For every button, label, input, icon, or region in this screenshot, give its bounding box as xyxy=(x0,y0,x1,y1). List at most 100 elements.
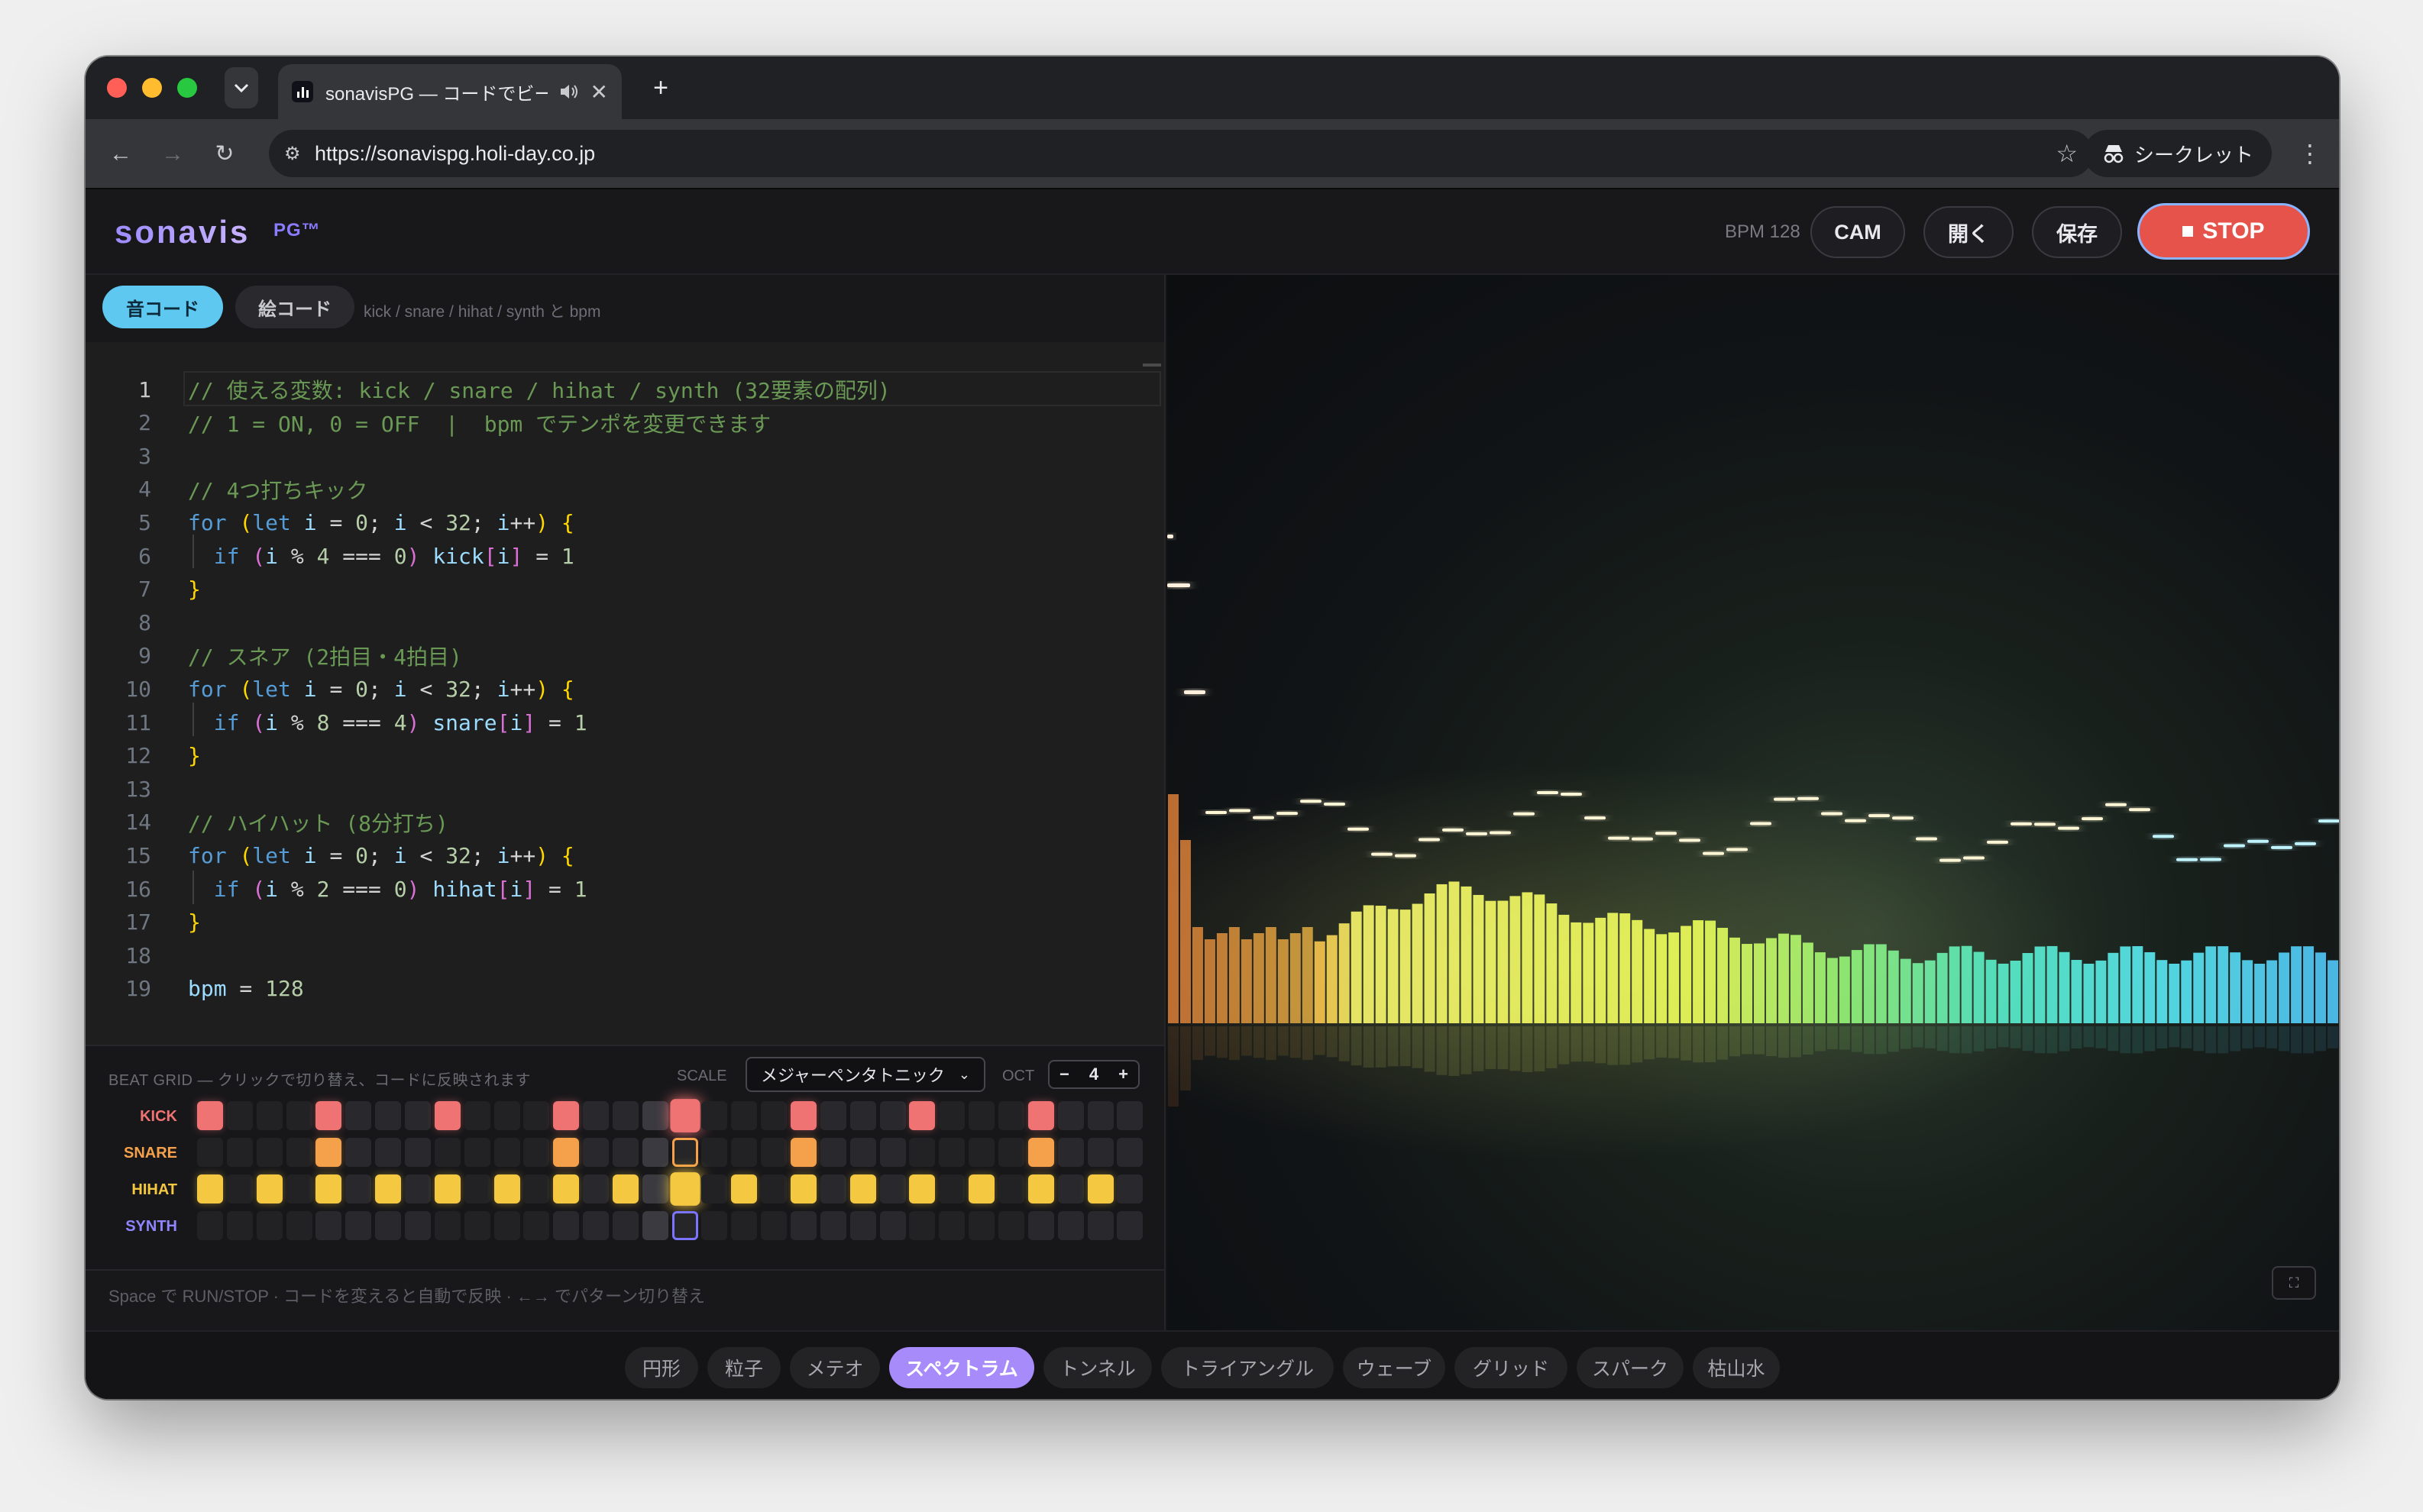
step-cell[interactable] xyxy=(998,1138,1024,1167)
visual-mode-6[interactable]: ウェーブ xyxy=(1343,1347,1445,1388)
step-cell[interactable] xyxy=(256,1211,283,1240)
step-cell[interactable] xyxy=(701,1138,728,1167)
code-line[interactable]: 13 xyxy=(86,772,1164,806)
step-cell[interactable] xyxy=(375,1101,402,1130)
step-cell[interactable] xyxy=(879,1211,906,1240)
step-cell[interactable] xyxy=(256,1101,283,1130)
step-cell[interactable] xyxy=(523,1138,550,1167)
step-cell[interactable] xyxy=(1057,1101,1084,1130)
step-cell[interactable] xyxy=(909,1138,936,1167)
step-cell[interactable] xyxy=(1087,1138,1114,1167)
bookmark-star-icon[interactable]: ☆ xyxy=(2056,139,2078,168)
zoom-window-button[interactable] xyxy=(177,78,197,98)
step-cell[interactable] xyxy=(256,1174,283,1203)
step-cell[interactable] xyxy=(1087,1211,1114,1240)
scale-select[interactable]: メジャーペンタトニック ⌄ xyxy=(746,1057,985,1092)
step-cell[interactable] xyxy=(701,1101,728,1130)
step-cell[interactable] xyxy=(670,1099,700,1132)
code-line[interactable]: 17} xyxy=(86,906,1164,939)
visual-mode-3[interactable]: スペクトラム xyxy=(889,1347,1034,1388)
step-cell[interactable] xyxy=(286,1211,312,1240)
step-cell[interactable] xyxy=(998,1174,1024,1203)
step-cell[interactable] xyxy=(998,1211,1024,1240)
step-cell[interactable] xyxy=(197,1138,223,1167)
step-cell[interactable] xyxy=(553,1101,580,1130)
code-line[interactable]: 12} xyxy=(86,739,1164,773)
visual-mode-5[interactable]: トライアングル xyxy=(1161,1347,1334,1388)
sound-code-tab[interactable]: 音コード xyxy=(102,286,223,328)
code-line[interactable]: 15 for (let i = 0; i < 32; i++) { xyxy=(86,838,1164,872)
step-cell[interactable] xyxy=(612,1174,639,1203)
step-cell[interactable] xyxy=(404,1174,431,1203)
step-cell[interactable] xyxy=(375,1138,402,1167)
step-cell[interactable] xyxy=(670,1172,700,1206)
step-cell[interactable] xyxy=(553,1138,580,1167)
open-button[interactable]: 開く xyxy=(1923,206,2014,258)
code-line[interactable]: 11 if (i % 8 === 4) snare[i] = 1 xyxy=(86,706,1164,739)
close-window-button[interactable] xyxy=(107,78,127,98)
step-cell[interactable] xyxy=(523,1174,550,1203)
step-cell[interactable] xyxy=(523,1211,550,1240)
step-cell[interactable] xyxy=(939,1138,966,1167)
step-cell[interactable] xyxy=(701,1174,728,1203)
tab-close-icon[interactable]: ✕ xyxy=(590,79,608,105)
step-cell[interactable] xyxy=(998,1101,1024,1130)
step-cell[interactable] xyxy=(761,1138,788,1167)
step-cell[interactable] xyxy=(791,1211,817,1240)
step-cell[interactable] xyxy=(583,1101,610,1130)
fullscreen-icon[interactable]: ⛶ xyxy=(2272,1266,2316,1300)
step-cell[interactable] xyxy=(1027,1138,1054,1167)
step-cell[interactable] xyxy=(404,1211,431,1240)
code-line[interactable]: 18 xyxy=(86,939,1164,972)
step-cell[interactable] xyxy=(315,1101,342,1130)
address-bar[interactable]: ⚙ https://sonavispg.holi-day.co.jp ☆ xyxy=(269,130,2093,177)
step-cell[interactable] xyxy=(345,1174,372,1203)
octave-stepper[interactable]: − 4 + xyxy=(1048,1060,1140,1089)
step-cell[interactable] xyxy=(820,1174,846,1203)
code-line[interactable]: 14 // ハイハット (8分打ち) xyxy=(86,806,1164,839)
step-cell[interactable] xyxy=(939,1174,966,1203)
step-cell[interactable] xyxy=(583,1174,610,1203)
step-cell[interactable] xyxy=(226,1174,253,1203)
cam-button[interactable]: CAM xyxy=(1810,206,1905,258)
step-cell[interactable] xyxy=(849,1101,876,1130)
reload-icon[interactable]: ↻ xyxy=(208,137,241,171)
speaker-icon[interactable] xyxy=(558,82,580,101)
step-cell[interactable] xyxy=(849,1174,876,1203)
step-cell[interactable] xyxy=(820,1211,846,1240)
step-cell[interactable] xyxy=(226,1138,253,1167)
step-cell[interactable] xyxy=(1057,1138,1084,1167)
step-cell[interactable] xyxy=(642,1138,668,1167)
code-line[interactable]: 16 if (i % 2 === 0) hihat[i] = 1 xyxy=(86,872,1164,906)
step-cell[interactable] xyxy=(761,1101,788,1130)
step-cell[interactable] xyxy=(820,1138,846,1167)
octave-increment-button[interactable]: + xyxy=(1118,1065,1128,1084)
step-cell[interactable] xyxy=(315,1174,342,1203)
step-cell[interactable] xyxy=(879,1138,906,1167)
step-cell[interactable] xyxy=(256,1138,283,1167)
step-cell[interactable] xyxy=(493,1211,520,1240)
step-cell[interactable] xyxy=(434,1174,461,1203)
step-cell[interactable] xyxy=(642,1174,668,1203)
step-cell[interactable] xyxy=(761,1211,788,1240)
step-cell[interactable] xyxy=(345,1211,372,1240)
step-cell[interactable] xyxy=(197,1174,223,1203)
step-cell[interactable] xyxy=(1117,1174,1144,1203)
step-cell[interactable] xyxy=(583,1211,610,1240)
code-line[interactable]: 9 // スネア (2拍目・4拍目) xyxy=(86,639,1164,673)
visual-mode-4[interactable]: トンネル xyxy=(1043,1347,1152,1388)
step-cell[interactable] xyxy=(226,1211,253,1240)
visual-mode-7[interactable]: グリッド xyxy=(1454,1347,1567,1388)
step-cell[interactable] xyxy=(731,1211,758,1240)
code-editor[interactable]: 1 // 使える変数: kick / snare / hihat / synth … xyxy=(86,342,1164,1045)
step-cell[interactable] xyxy=(731,1138,758,1167)
step-cell[interactable] xyxy=(879,1101,906,1130)
step-cell[interactable] xyxy=(553,1211,580,1240)
step-cell[interactable] xyxy=(820,1101,846,1130)
step-cell[interactable] xyxy=(315,1211,342,1240)
step-cell[interactable] xyxy=(434,1101,461,1130)
octave-decrement-button[interactable]: − xyxy=(1059,1065,1069,1084)
code-line[interactable]: 19 bpm = 128 xyxy=(86,972,1164,1006)
step-cell[interactable] xyxy=(849,1211,876,1240)
step-cell[interactable] xyxy=(1027,1101,1054,1130)
